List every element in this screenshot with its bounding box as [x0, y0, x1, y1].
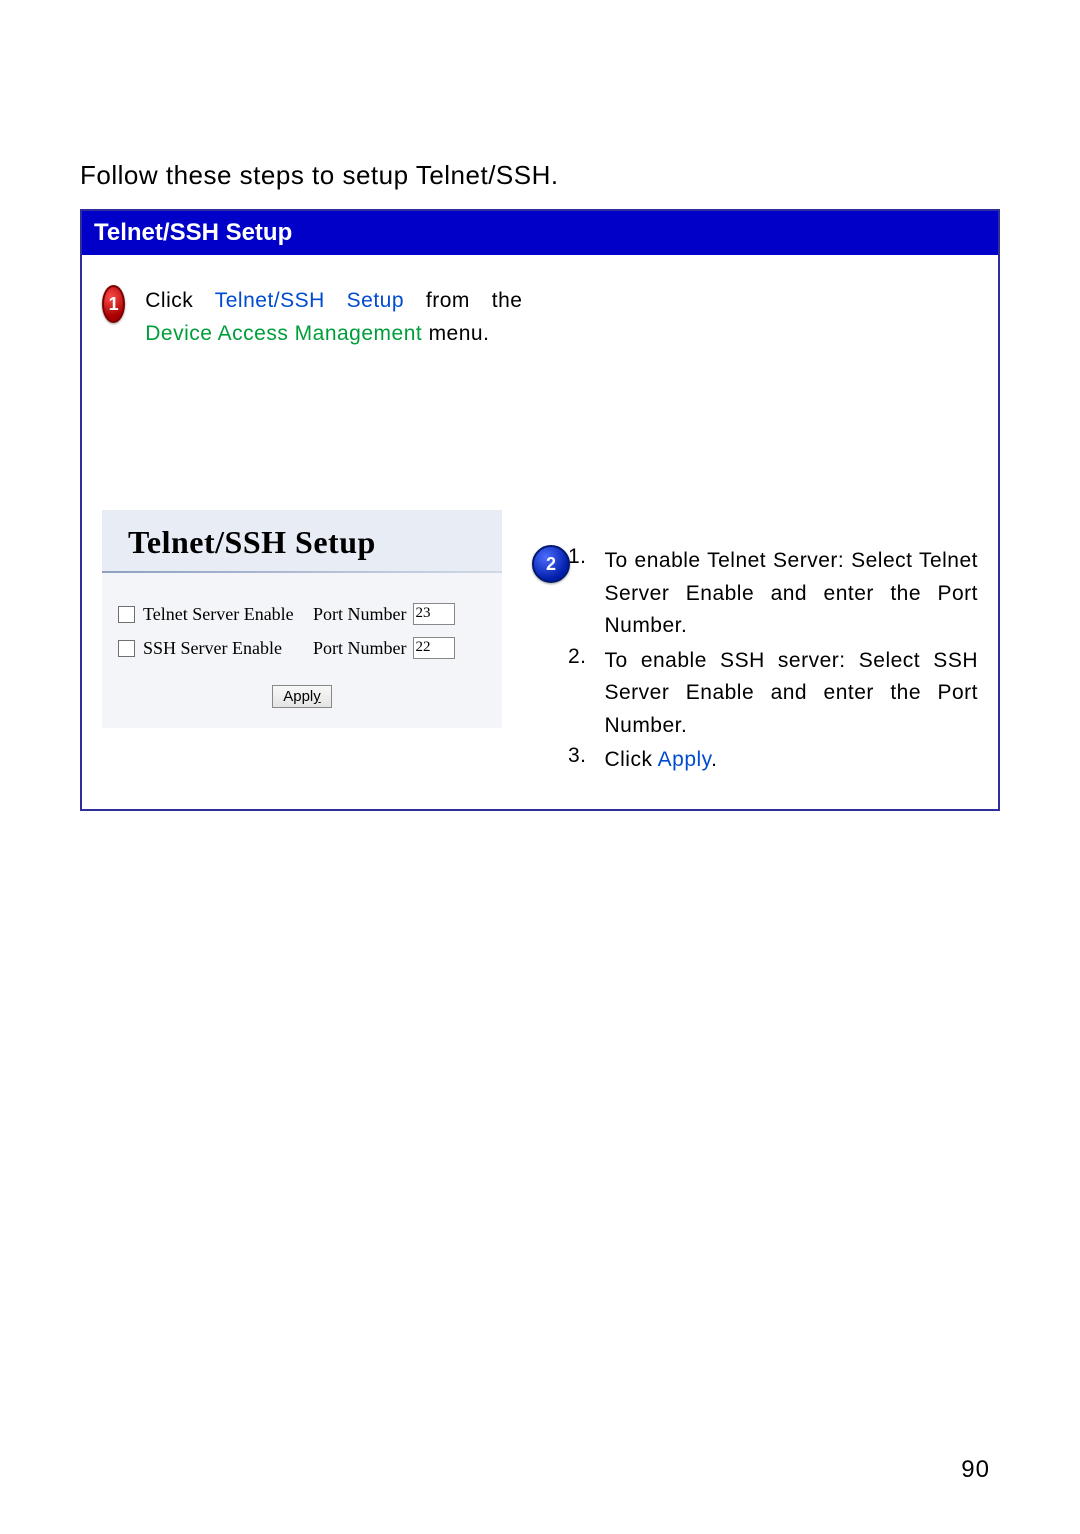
telnet-enable-label: Telnet Server Enable	[143, 604, 313, 625]
telnet-row: Telnet Server Enable Port Number 23	[118, 603, 486, 625]
instruction-number: 2.	[562, 645, 586, 743]
frame-body: 1 Click Telnet/SSH Setup from the Device…	[82, 255, 998, 809]
telnet-enable-checkbox[interactable]	[118, 606, 135, 623]
apply-button[interactable]: Apply	[272, 685, 332, 708]
step-1-row: 1 Click Telnet/SSH Setup from the Device…	[102, 285, 522, 350]
instruction-item: 2. To enable SSH server: Select SSH Serv…	[562, 645, 978, 743]
ssh-enable-label: SSH Server Enable	[143, 638, 313, 659]
apply-btn-accel: y	[313, 688, 321, 705]
instr3-prefix: Click	[604, 748, 657, 771]
content-frame: 1 Click Telnet/SSH Setup from the Device…	[80, 255, 1000, 811]
instruction-text: Click Apply.	[604, 744, 978, 777]
instruction-item: 1. To enable Telnet Server: Select Telne…	[562, 545, 978, 643]
screenshot-heading: Telnet/SSH Setup	[102, 510, 502, 573]
instruction-text: To enable Telnet Server: Select Telnet S…	[604, 545, 978, 643]
instruction-item: 3. Click Apply.	[562, 744, 978, 777]
ssh-port-input[interactable]: 22	[413, 637, 455, 659]
page-number: 90	[961, 1456, 990, 1484]
step1-link: Telnet/SSH Setup	[215, 289, 404, 312]
step1-menu: Device Access Management	[145, 322, 422, 345]
instructions-list: 1. To enable Telnet Server: Select Telne…	[562, 545, 978, 777]
telnet-port-label: Port Number	[313, 604, 407, 625]
instr3-apply-link: Apply	[658, 748, 711, 771]
intro-text: Follow these steps to setup Telnet/SSH.	[80, 160, 1000, 191]
apply-btn-prefix: Appl	[283, 688, 313, 705]
step1-tail: menu.	[422, 322, 489, 345]
step-1-badge: 1	[102, 285, 125, 323]
ssh-port-label: Port Number	[313, 638, 407, 659]
step-2-badge: 2	[532, 545, 570, 583]
left-column: 1 Click Telnet/SSH Setup from the Device…	[102, 285, 522, 779]
instruction-text: To enable SSH server: Select SSH Server …	[604, 645, 978, 743]
step1-click: Click	[145, 289, 214, 312]
embedded-ui-screenshot: Telnet/SSH Setup Telnet Server Enable Po…	[102, 510, 502, 728]
right-column: 1. To enable Telnet Server: Select Telne…	[562, 285, 978, 779]
instruction-number: 3.	[562, 744, 586, 777]
step1-mid: from the	[404, 289, 522, 312]
instr3-suffix: .	[711, 748, 717, 771]
step-1-text: Click Telnet/SSH Setup from the Device A…	[145, 285, 522, 350]
screenshot-body: Telnet Server Enable Port Number 23 SSH …	[102, 573, 502, 728]
ssh-row: SSH Server Enable Port Number 22	[118, 637, 486, 659]
title-bar: Telnet/SSH Setup	[80, 209, 1000, 255]
telnet-port-input[interactable]: 23	[413, 603, 455, 625]
apply-row: Apply	[118, 685, 486, 708]
ssh-enable-checkbox[interactable]	[118, 640, 135, 657]
page: Follow these steps to setup Telnet/SSH. …	[0, 0, 1080, 1534]
instructions-wrap: 1. To enable Telnet Server: Select Telne…	[562, 545, 978, 777]
